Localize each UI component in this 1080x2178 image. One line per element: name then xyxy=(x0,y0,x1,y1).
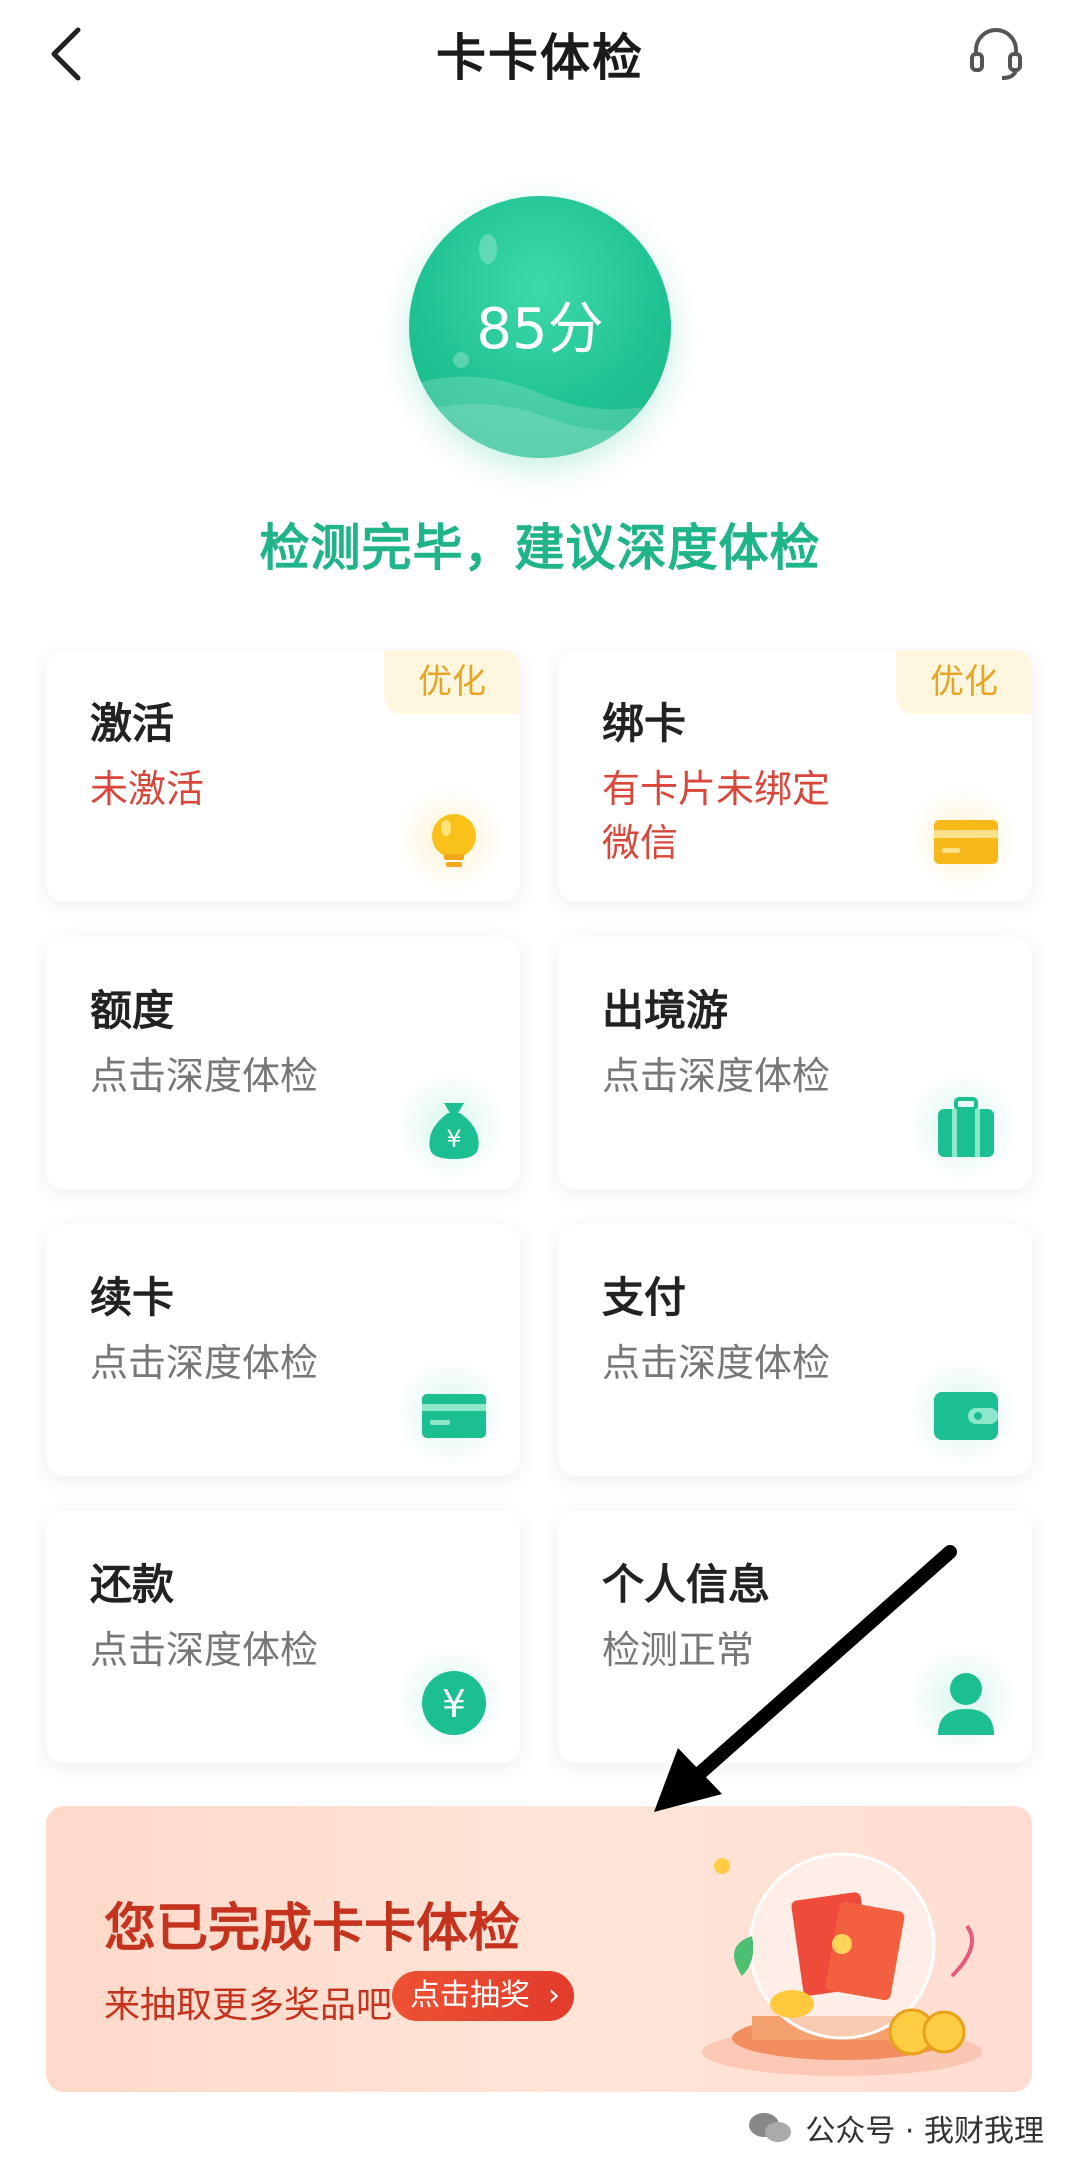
chevron-right-icon: › xyxy=(548,1978,560,2013)
svg-text:¥: ¥ xyxy=(442,1682,466,1726)
card-title: 个人信息 xyxy=(602,1560,771,1609)
lightbulb-icon xyxy=(432,814,476,867)
money-bag-icon: ¥ xyxy=(429,1103,479,1159)
card-repayment[interactable]: 还款 点击深度体检 ¥ xyxy=(46,1511,520,1763)
lottery-button-label: 点击抽奖 xyxy=(410,1978,530,2013)
lottery-banner[interactable]: 您已完成卡卡体检 来抽取更多奖品吧 点击抽奖 › xyxy=(46,1806,1032,2092)
banner-title: 您已完成卡卡体检 xyxy=(104,1899,521,1959)
card-title: 续卡 xyxy=(90,1273,175,1322)
status-message: 检测完毕，建议深度体检 xyxy=(259,519,821,577)
card-icon xyxy=(422,1394,486,1438)
card-title: 还款 xyxy=(90,1560,175,1609)
card-title: 支付 xyxy=(602,1273,687,1322)
card-subtitle: 检测正常 xyxy=(602,1628,755,1672)
card-bind[interactable]: 优化 绑卡 有卡片未绑定微信 xyxy=(558,650,1032,902)
yuan-coin-icon: ¥ xyxy=(422,1671,486,1735)
gift-globe-illustration xyxy=(702,1852,982,2076)
lottery-button[interactable]: 点击抽奖 › xyxy=(392,1971,574,2021)
optimize-badge: 优化 xyxy=(384,650,520,714)
header: 卡卡体检 xyxy=(0,0,1080,110)
card-activate[interactable]: 优化 激活 未激活 xyxy=(46,650,520,902)
card-subtitle: 点击深度体检 xyxy=(90,1341,319,1385)
watermark: 公众号 · 我财我理 xyxy=(747,2106,1044,2150)
banner-subtitle: 来抽取更多奖品吧 xyxy=(104,1985,393,2026)
page-title: 卡卡体检 xyxy=(436,29,644,87)
card-subtitle: 有卡片未绑定微信 xyxy=(602,767,831,865)
card-renew[interactable]: 续卡 点击深度体检 xyxy=(46,1224,520,1476)
card-subtitle: 点击深度体检 xyxy=(90,1054,319,1098)
card-limit[interactable]: 额度 点击深度体检 ¥ xyxy=(46,937,520,1189)
person-icon xyxy=(938,1673,994,1735)
card-title: 激活 xyxy=(90,699,175,748)
headset-icon[interactable] xyxy=(966,22,1026,82)
card-subtitle: 未激活 xyxy=(90,767,205,811)
card-payment[interactable]: 支付 点击深度体检 xyxy=(558,1224,1032,1476)
wechat-icon xyxy=(749,2113,792,2142)
card-subtitle: 点击深度体检 xyxy=(602,1054,831,1098)
wallet-icon xyxy=(934,1392,998,1440)
svg-text:¥: ¥ xyxy=(446,1125,461,1153)
card-title: 出境游 xyxy=(602,986,729,1035)
card-title: 绑卡 xyxy=(602,699,687,748)
card-subtitle: 点击深度体检 xyxy=(602,1341,831,1385)
suitcase-icon xyxy=(938,1097,994,1157)
card-travel[interactable]: 出境游 点击深度体检 xyxy=(558,937,1032,1189)
card-icon xyxy=(934,820,998,864)
card-personal-info[interactable]: 个人信息 检测正常 xyxy=(558,1511,1032,1763)
score-value: 85分 xyxy=(476,297,604,362)
optimize-badge: 优化 xyxy=(896,650,1032,714)
card-title: 额度 xyxy=(90,986,175,1035)
card-subtitle: 点击深度体检 xyxy=(90,1628,319,1672)
watermark-text: 公众号 · 我财我理 xyxy=(805,2114,1044,2149)
score-circle: 85分 xyxy=(409,196,671,458)
